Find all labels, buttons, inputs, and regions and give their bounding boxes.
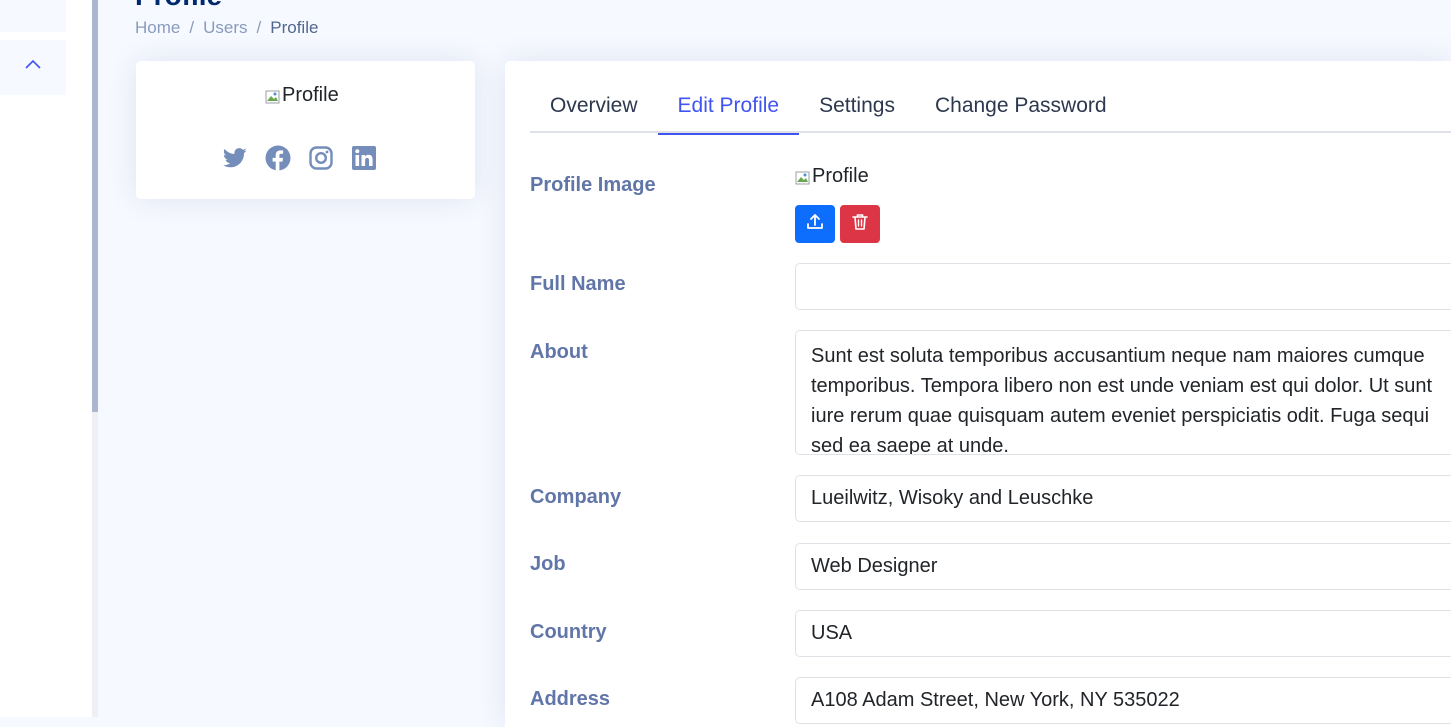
breadcrumb-separator: / <box>189 17 194 39</box>
profile-card: Profile <box>136 61 475 199</box>
social-links <box>222 145 377 171</box>
trash-icon <box>852 213 868 236</box>
about-textarea[interactable]: Sunt est soluta temporibus accusantium n… <box>795 330 1451 455</box>
sidebar <box>0 0 92 717</box>
sidebar-item[interactable] <box>0 0 66 32</box>
broken-image-icon <box>795 169 811 185</box>
profile-avatar-alt: Profile <box>282 84 339 107</box>
breadcrumb-users[interactable]: Users <box>203 17 247 39</box>
upload-image-button[interactable] <box>795 205 835 243</box>
about-label: About <box>530 341 588 364</box>
company-input[interactable]: Lueilwitz, Wisoky and Leuschke <box>795 475 1451 522</box>
main-content: Profile Home / Users / Profile Profile <box>98 0 1451 717</box>
country-label: Country <box>530 621 607 644</box>
profile-avatar: Profile <box>265 84 339 107</box>
company-label: Company <box>530 486 621 509</box>
profile-edit-card: Overview Edit Profile Settings Change Pa… <box>505 61 1451 727</box>
address-label: Address <box>530 688 610 711</box>
instagram-icon[interactable] <box>308 145 334 171</box>
facebook-icon[interactable] <box>265 145 291 171</box>
profile-image-alt: Profile <box>812 165 869 188</box>
job-label: Job <box>530 553 566 576</box>
chevron-up-icon <box>24 56 42 79</box>
twitter-icon[interactable] <box>222 145 248 171</box>
tab-change-password[interactable]: Change Password <box>915 87 1127 133</box>
profile-image-preview: Profile <box>795 165 869 188</box>
breadcrumb-current: Profile <box>270 17 318 39</box>
broken-image-icon <box>265 88 281 104</box>
linkedin-icon[interactable] <box>351 145 377 171</box>
page-title: Profile <box>135 0 222 12</box>
profile-image-label: Profile Image <box>530 174 656 197</box>
about-text: Sunt est soluta temporibus accusantium n… <box>811 341 1445 455</box>
breadcrumb: Home / Users / Profile <box>135 17 318 39</box>
full-name-label: Full Name <box>530 273 626 296</box>
profile-tabs: Overview Edit Profile Settings Change Pa… <box>530 87 1451 133</box>
tab-edit-profile[interactable]: Edit Profile <box>658 87 800 133</box>
full-name-input[interactable] <box>795 263 1451 310</box>
sidebar-collapse-toggle[interactable] <box>0 40 66 95</box>
tab-overview[interactable]: Overview <box>530 87 658 133</box>
delete-image-button[interactable] <box>840 205 880 243</box>
upload-icon <box>806 213 824 236</box>
breadcrumb-home[interactable]: Home <box>135 17 180 39</box>
tab-settings[interactable]: Settings <box>799 87 915 133</box>
country-input[interactable]: USA <box>795 610 1451 657</box>
breadcrumb-separator: / <box>257 17 262 39</box>
job-input[interactable]: Web Designer <box>795 543 1451 590</box>
